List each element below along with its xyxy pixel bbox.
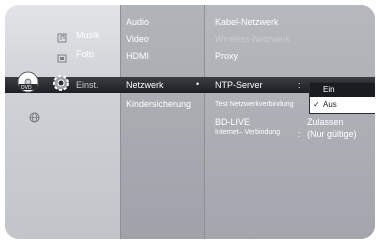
- submenu-netzwerk[interactable]: Netzwerk: [126, 80, 164, 90]
- gear-icon: [51, 73, 71, 98]
- submenu-kindersicherung[interactable]: Kindersicherung: [126, 99, 191, 109]
- ntp-colon: :: [298, 80, 301, 90]
- music-icon: [57, 30, 67, 48]
- bd-live-value-nur-gueltige: (Nur gültige): [307, 129, 357, 139]
- ntp-option-popup: Ein ✓ Aus: [309, 82, 375, 114]
- checkmark-icon: ✓: [313, 100, 320, 109]
- ntp-option-ein-label: Ein: [323, 85, 335, 94]
- ntp-option-aus-label: Aus: [323, 100, 337, 109]
- menu-test-netzwerkverbindung[interactable]: Test Netzwerkverbindung: [215, 101, 294, 108]
- network-globe-icon: [29, 110, 40, 128]
- menu-wireless-netzwerk: Wireless-Netzwerk: [215, 34, 291, 44]
- ntp-option-aus[interactable]: ✓ Aus: [310, 97, 375, 112]
- submenu-hdmi[interactable]: HDMI: [126, 51, 149, 61]
- menu-ntp-server[interactable]: NTP-Server: [215, 80, 263, 90]
- ntp-option-ein[interactable]: Ein: [310, 83, 375, 97]
- settings-screen: Musik Foto DVD Einst. Audio Video HDMI N…: [5, 5, 375, 239]
- menu-bd-live[interactable]: BD-LIVE: [215, 117, 250, 127]
- bd-live-value-zulassen: Zulassen: [307, 117, 344, 127]
- submenu-arrow: •: [196, 79, 200, 89]
- photo-icon: [57, 50, 67, 68]
- bd-live-colon: :: [298, 129, 301, 139]
- sidebar-item-musik[interactable]: Musik: [76, 30, 100, 40]
- submenu-audio[interactable]: Audio: [126, 17, 149, 27]
- divider: [204, 5, 205, 239]
- sidebar-item-foto[interactable]: Foto: [76, 49, 94, 59]
- menu-kabel-netzwerk[interactable]: Kabel-Netzwerk: [215, 17, 279, 27]
- disc-badge: DVD: [21, 85, 32, 91]
- tv-frame: Musik Foto DVD Einst. Audio Video HDMI N…: [0, 0, 380, 244]
- bd-live-internet-label: Internet– Verbindung: [215, 129, 280, 136]
- submenu-video[interactable]: Video: [126, 34, 149, 44]
- sidebar-item-einst[interactable]: Einst.: [76, 80, 99, 90]
- menu-proxy[interactable]: Proxy: [215, 51, 238, 61]
- divider: [120, 5, 121, 239]
